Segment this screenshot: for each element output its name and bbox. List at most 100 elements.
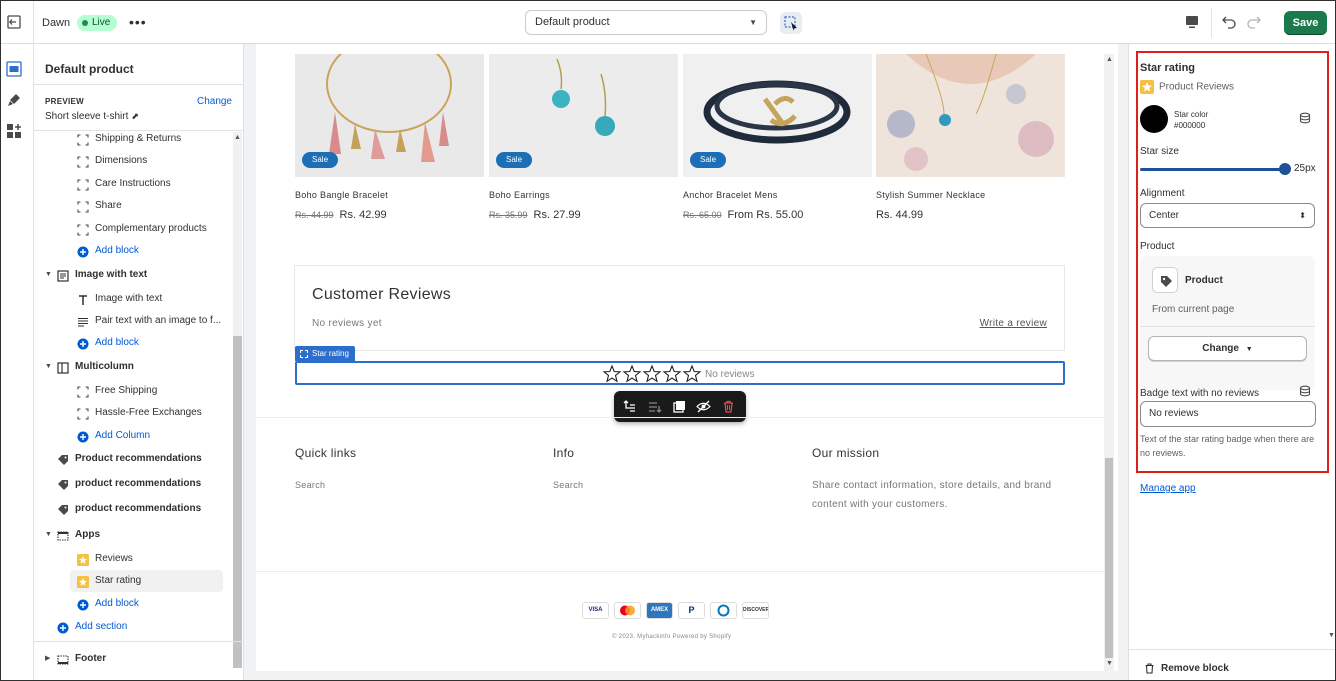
preview-canvas: Sale Boho Bangle Bracelet Rs. 44.99 Rs. 4… [256, 44, 1118, 671]
editor-window: Dawn Live ••• Default product ▼ Save Def… [0, 0, 1336, 681]
selected-block-tag: Star rating [295, 346, 355, 361]
canvas-scroll-thumb[interactable] [1105, 458, 1113, 658]
block-row[interactable]: Complementary products [34, 218, 229, 240]
footer-link[interactable]: Search [295, 480, 325, 490]
row-label: Shipping & Returns [95, 133, 182, 144]
more-actions-button[interactable]: ••• [129, 14, 147, 30]
compare-price: Rs. 44.99 [295, 210, 334, 220]
block-icon [77, 133, 89, 146]
block-row[interactable]: Share [34, 195, 229, 217]
scroll-up-arrow[interactable]: ▲ [1106, 56, 1113, 63]
section-row[interactable]: product recommendations [34, 473, 229, 495]
block-row[interactable]: Hassle-Free Exchanges [34, 402, 229, 424]
compare-price: Rs. 35.99 [489, 210, 528, 220]
external-link-icon[interactable]: ⬈ [131, 111, 139, 121]
highlight-annotation [1136, 51, 1329, 473]
product-card[interactable]: Sale Boho Earrings Rs. 35.99 Rs. 27.99 [489, 54, 678, 221]
footer-section-row[interactable] [34, 641, 243, 671]
save-button[interactable]: Save [1284, 11, 1327, 35]
block-row[interactable]: Reviews [34, 548, 229, 570]
block-row[interactable]: Shipping & Returns [34, 128, 229, 150]
manage-app-link[interactable]: Manage app [1140, 483, 1196, 494]
scroll-down-arrow[interactable]: ▼ [1106, 660, 1113, 667]
inspector-icon[interactable] [780, 12, 802, 34]
tag-icon [57, 453, 69, 465]
block-row[interactable]: Dimensions [34, 150, 229, 172]
product-card[interactable]: Stylish Summer Necklace Rs. 44.99 [876, 54, 1065, 221]
row-label: Product recommendations [75, 453, 202, 464]
sections-icon[interactable] [6, 61, 22, 77]
block-row[interactable]: Star rating [70, 570, 223, 592]
section-row[interactable]: Product recommendations [34, 448, 229, 470]
footer-quick-links: Quick links Search [295, 446, 356, 490]
section-row[interactable]: ▼ Image with text [34, 264, 229, 286]
add-block-button[interactable]: Add block [34, 240, 229, 262]
product-name[interactable]: Anchor Bracelet Mens [683, 190, 778, 200]
product-image[interactable] [876, 54, 1065, 177]
hide-icon[interactable] [696, 399, 711, 414]
block-row[interactable]: Free Shipping [34, 380, 229, 402]
section-row[interactable]: ▼ Multicolumn [34, 356, 229, 378]
block-row[interactable]: Image with text [34, 288, 229, 310]
plus-circle-icon [77, 337, 89, 350]
add-block-button[interactable]: Add block [34, 593, 229, 615]
product-name[interactable]: Boho Bangle Bracelet [295, 190, 388, 200]
template-select[interactable]: Default product ▼ [525, 10, 767, 35]
star-rating-block[interactable]: No reviews [295, 361, 1065, 385]
undo-icon[interactable] [1221, 13, 1237, 29]
section-row[interactable]: ▼ Apps [34, 524, 229, 546]
exit-icon[interactable] [5, 13, 23, 31]
chevron-down-icon: ▼ [749, 18, 757, 27]
left-rail [1, 44, 34, 680]
scroll-up-arrow[interactable]: ▲ [234, 134, 241, 141]
theme-settings-brush-icon[interactable] [6, 92, 22, 108]
star-outline-icon [642, 364, 662, 383]
plus-circle-icon [77, 245, 89, 258]
product-image[interactable]: Sale [295, 54, 484, 177]
sidebar-scroll-thumb[interactable] [233, 336, 242, 668]
desktop-preview-icon[interactable] [1184, 14, 1200, 30]
live-badge: Live [77, 15, 118, 31]
product-image[interactable]: Sale [489, 54, 678, 177]
write-review-link[interactable]: Write a review [980, 318, 1047, 329]
row-label: Share [95, 200, 122, 211]
delete-icon[interactable] [721, 399, 736, 414]
add-column-button[interactable]: Add Column [34, 425, 229, 447]
chevron-down-icon[interactable]: ▼ [45, 264, 52, 286]
app-embeds-icon[interactable] [6, 123, 22, 139]
row-label: Add block [95, 598, 139, 609]
row-label: Multicolumn [75, 361, 134, 372]
product-card[interactable]: Sale Boho Bangle Bracelet Rs. 44.99 Rs. 4… [295, 54, 484, 221]
visa-icon: VISA [582, 602, 609, 619]
block-icon [77, 178, 89, 191]
move-icon[interactable] [647, 399, 662, 414]
add-block-button[interactable]: Add block [34, 332, 229, 354]
footer-heading: Our mission [812, 446, 880, 460]
remove-block-button[interactable]: Remove block [1144, 663, 1229, 674]
redo-icon[interactable] [1246, 13, 1262, 29]
duplicate-icon[interactable] [672, 399, 687, 414]
block-row[interactable]: Care Instructions [34, 173, 229, 195]
scroll-down-arrow[interactable]: ▼ [1328, 632, 1335, 639]
columns-icon [57, 361, 69, 374]
sections-sidebar: Default product PREVIEW Change Short sle… [34, 44, 244, 680]
chevron-down-icon[interactable]: ▼ [45, 356, 52, 378]
preview-change-link[interactable]: Change [197, 96, 232, 107]
row-label: Add block [95, 245, 139, 256]
customer-reviews-block[interactable]: Customer Reviews No reviews yet Write a … [294, 265, 1065, 351]
footer-link[interactable]: Search [553, 480, 583, 490]
top-bar: Dawn Live ••• Default product ▼ Save [1, 1, 1335, 44]
row-label: product recommendations [75, 478, 202, 489]
product-card[interactable]: Sale Anchor Bracelet Mens Rs. 65.00 From … [683, 54, 872, 221]
row-label: Add Column [95, 430, 151, 441]
add-section-button[interactable]: Add section [34, 616, 229, 638]
product-name[interactable]: Boho Earrings [489, 190, 550, 200]
product-name[interactable]: Stylish Summer Necklace [876, 190, 985, 200]
product-image[interactable]: Sale [683, 54, 872, 177]
select-parent-icon[interactable] [623, 399, 638, 414]
divider [34, 84, 243, 85]
block-icon [77, 155, 89, 168]
chevron-down-icon[interactable]: ▼ [45, 524, 52, 546]
block-row[interactable]: Pair text with an image to f... [34, 310, 229, 332]
section-row[interactable]: product recommendations [34, 498, 229, 520]
